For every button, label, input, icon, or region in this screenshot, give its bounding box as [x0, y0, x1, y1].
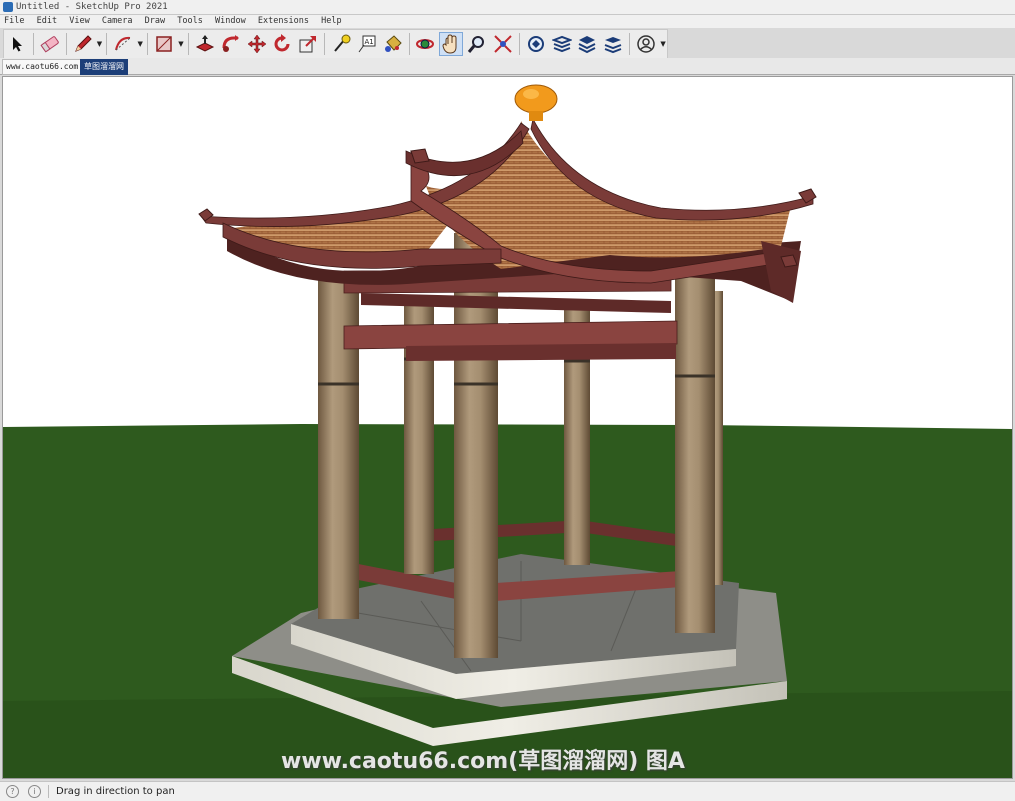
main-toolbar: ▼ ▼ ▼ A1 ▼: [3, 29, 668, 59]
zoom-extents-icon: [494, 35, 512, 53]
zoom-tool-button[interactable]: [465, 32, 489, 56]
toolbar-separator: [629, 33, 631, 55]
roof-finial-neck: [529, 111, 543, 121]
tape-measure-icon: [334, 34, 351, 52]
3d-warehouse-tool-button[interactable]: [524, 32, 548, 56]
eraser-tool-button[interactable]: [38, 32, 62, 56]
follow-me-icon: [222, 35, 239, 52]
credits-info-icon[interactable]: i: [28, 785, 41, 798]
menu-camera[interactable]: Camera: [98, 15, 136, 28]
toolbar-separator: [187, 33, 189, 55]
pencil-tool-button[interactable]: [71, 32, 95, 56]
tape-measure-tool-button[interactable]: [329, 32, 353, 56]
rectangle-dropdown-icon[interactable]: ▼: [177, 32, 185, 56]
scale-tool-button[interactable]: [296, 32, 320, 56]
toolbar-separator: [147, 33, 149, 55]
select-arrow-icon: [12, 37, 22, 52]
menu-file[interactable]: File: [0, 15, 27, 28]
svg-text:A1: A1: [364, 38, 373, 46]
toolbar-separator: [408, 33, 410, 55]
warehouse-icon: [527, 36, 544, 52]
scene-tab-caotu[interactable]: 草图溜溜网: [80, 59, 128, 75]
geo-location-icon[interactable]: ?: [6, 785, 19, 798]
user-profile-icon: [637, 35, 655, 53]
scene-tab-website[interactable]: www.caotu66.com: [2, 59, 83, 75]
status-divider: [48, 785, 49, 798]
window-title: Untitled - SketchUp Pro 2021: [16, 2, 168, 12]
arc-icon: [115, 36, 131, 51]
roof-finial-highlight: [523, 89, 539, 99]
paint-bucket-icon: [384, 35, 402, 52]
column-right: [675, 263, 715, 633]
account-button[interactable]: [634, 32, 658, 56]
text-icon: A1: [358, 35, 376, 53]
follow-me-tool-button[interactable]: [219, 32, 243, 56]
scene-tabs: www.caotu66.com 草图溜溜网: [0, 58, 1015, 75]
zoom-icon: [468, 36, 485, 53]
select-tool-button[interactable]: [5, 32, 29, 56]
layout-tool-button[interactable]: [576, 32, 600, 56]
extension-warehouse-tool-button[interactable]: [550, 32, 574, 56]
orbit-icon: [416, 39, 435, 49]
toolbar-separator: [106, 33, 108, 55]
menu-bar: File Edit View Camera Draw Tools Window …: [0, 15, 1015, 28]
menu-edit[interactable]: Edit: [33, 15, 60, 28]
push-pull-icon: [195, 35, 214, 52]
roof-finial: [514, 84, 558, 114]
pavilion-scene: [3, 77, 1012, 778]
layers-icon: [579, 36, 596, 54]
extension-warehouse-icon: [551, 35, 572, 53]
pan-hand-icon: [442, 34, 457, 54]
toolbar-separator: [32, 33, 34, 55]
toolbar-separator: [518, 33, 520, 55]
scale-icon: [299, 36, 317, 53]
menu-window[interactable]: Window: [211, 15, 249, 28]
text-tool-button[interactable]: A1: [355, 32, 379, 56]
account-dropdown-icon[interactable]: ▼: [659, 32, 667, 56]
zoom-extents-tool-button[interactable]: [491, 32, 515, 56]
arc-dropdown-icon[interactable]: ▼: [136, 32, 144, 56]
menu-help[interactable]: Help: [317, 15, 344, 28]
pencil-dropdown-icon[interactable]: ▼: [95, 32, 103, 56]
menu-view[interactable]: View: [65, 15, 92, 28]
rectangle-tool-button[interactable]: [152, 32, 176, 56]
move-icon: [247, 34, 266, 54]
menu-extensions[interactable]: Extensions: [254, 15, 312, 28]
status-bar: ? i Drag in direction to pan: [0, 781, 1015, 801]
eraser-icon: [40, 36, 59, 53]
menu-tools[interactable]: Tools: [173, 15, 206, 28]
orbit-tool-button[interactable]: [414, 32, 438, 56]
toolbar-separator: [65, 33, 67, 55]
viewport-watermark: www.caotu66.com(草图溜溜网) 图A: [281, 749, 685, 774]
arc-tool-button[interactable]: [111, 32, 135, 56]
status-message: Drag in direction to pan: [56, 786, 175, 797]
menu-draw[interactable]: Draw: [141, 15, 168, 28]
pencil-icon: [74, 35, 92, 52]
sketchup-app-icon: [3, 2, 13, 12]
model-viewport[interactable]: www.caotu66.com(草图溜溜网) 图A: [2, 76, 1013, 779]
paint-bucket-tool-button[interactable]: [381, 32, 405, 56]
title-bar: Untitled - SketchUp Pro 2021: [0, 0, 1015, 15]
rotate-tool-button[interactable]: [270, 32, 294, 56]
rotate-icon: [274, 34, 290, 52]
extension-manager-icon: [604, 37, 622, 54]
toolbar-separator: [324, 33, 326, 55]
pan-tool-button[interactable]: [439, 32, 464, 56]
move-tool-button[interactable]: [245, 32, 269, 56]
rectangle-icon: [156, 36, 172, 52]
extension-manager-tool-button[interactable]: [601, 32, 625, 56]
upper-beam-back: [406, 343, 676, 361]
push-pull-tool-button[interactable]: [193, 32, 217, 56]
